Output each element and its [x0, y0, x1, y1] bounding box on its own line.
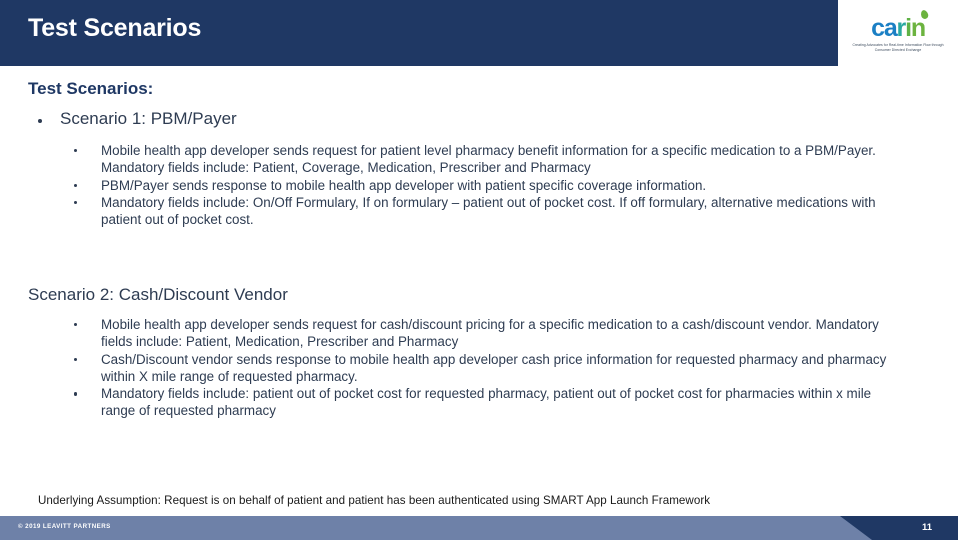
- bullet-dot: [74, 323, 78, 327]
- list-item-text: PBM/Payer sends response to mobile healt…: [101, 177, 707, 193]
- slide-footer: © 2019 LEAVITT PARTNERS 11: [0, 516, 958, 540]
- scenario1-heading: Scenario 1: PBM/Payer: [60, 109, 237, 128]
- logo-letter-r: r: [896, 13, 907, 42]
- scenario2-bullet-list: Mobile health app developer sends reques…: [71, 316, 903, 420]
- footer-corner-shape: [840, 516, 958, 540]
- bullet-dot: [74, 357, 78, 361]
- bullet-dot: [74, 183, 78, 187]
- logo-letter-c: c: [871, 13, 885, 42]
- page-title: Test Scenarios: [28, 14, 202, 42]
- list-item-text: Cash/Discount vendor sends response to m…: [101, 351, 887, 384]
- list-item-text: Mandatory fields include: patient out of…: [101, 386, 872, 419]
- scenario2-heading: Scenario 2: Cash/Discount Vendor: [28, 285, 288, 304]
- scenario1-bullet-marker: [38, 119, 42, 123]
- copyright-text: © 2019 LEAVITT PARTNERS: [18, 523, 111, 530]
- logo-letter-a: a: [883, 13, 898, 42]
- list-item: Cash/Discount vendor sends response to m…: [71, 351, 903, 386]
- page-number: 11: [921, 522, 932, 533]
- slide-header: Test Scenarios carin Creating Advocates …: [0, 0, 958, 66]
- list-item: Mandatory fields include: On/Off Formula…: [71, 194, 903, 229]
- slide: Test Scenarios carin Creating Advocates …: [0, 0, 958, 540]
- list-item: Mobile health app developer sends reques…: [71, 316, 903, 351]
- list-item: PBM/Payer sends response to mobile healt…: [71, 177, 903, 194]
- bullet-dot: [74, 149, 78, 153]
- list-item: Mobile health app developer sends reques…: [71, 142, 903, 177]
- slide-body: Test Scenarios: Scenario 1: PBM/Payer Mo…: [0, 66, 958, 516]
- bullet-dot: [74, 392, 78, 396]
- logo-tagline: Creating Advocates for Real-time Informa…: [852, 42, 944, 52]
- list-item-text: Mandatory fields include: On/Off Formula…: [101, 194, 876, 228]
- underlying-assumption-note: Underlying Assumption: Request is on beh…: [38, 494, 711, 507]
- scenario1-bullet-list: Mobile health app developer sends reques…: [71, 142, 903, 228]
- bullet-dot: [74, 200, 78, 205]
- carin-logo: carin Creating Advocates for Real-time I…: [838, 0, 958, 66]
- logo-wordmark: carin: [871, 13, 926, 42]
- list-item: Mandatory fields include: patient out of…: [71, 385, 903, 420]
- list-item-text: Mobile health app developer sends reques…: [101, 317, 879, 350]
- list-item-text: Mobile health app developer sends reques…: [101, 143, 876, 176]
- lead-label: Test Scenarios:: [28, 79, 154, 98]
